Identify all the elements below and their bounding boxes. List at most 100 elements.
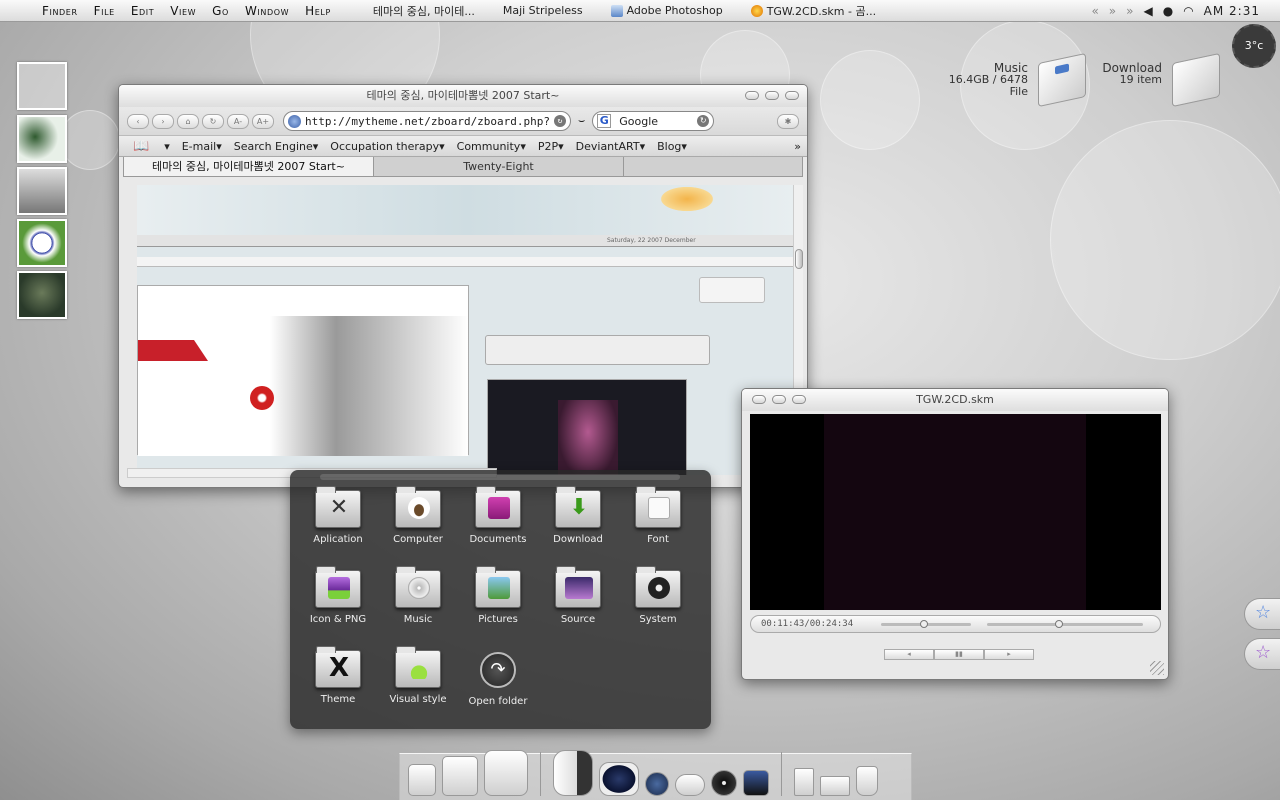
address-bar[interactable]: http://mytheme.net/zboard/zboard.php?id=…: [283, 111, 571, 131]
menu-view[interactable]: View: [162, 4, 204, 18]
text-larger-button[interactable]: A+: [252, 113, 274, 129]
folder-item-icon-png[interactable]: Icon & PNG: [298, 566, 378, 648]
folder-item-theme[interactable]: X Theme: [298, 646, 378, 728]
folder-item-aplication[interactable]: ✕ Aplication: [298, 486, 378, 568]
bookmark-apple[interactable]: ▾: [159, 140, 175, 153]
home-button[interactable]: ⌂: [177, 113, 199, 129]
bookmark-deviantart[interactable]: DeviantART▾: [571, 140, 650, 153]
tab-twenty-eight[interactable]: Twenty-Eight: [374, 157, 624, 176]
folder-item-font[interactable]: Font: [618, 486, 698, 568]
music-widget[interactable]: Music 16.4GB / 6478 File: [930, 62, 1028, 98]
volume-knob[interactable]: [1054, 620, 1063, 628]
video-area[interactable]: [750, 414, 1161, 610]
bookmarks-book-icon[interactable]: 📖: [125, 139, 157, 154]
search-field[interactable]: G Google ↻: [592, 111, 715, 131]
favorite-star-purple-tab[interactable]: ☆: [1244, 638, 1280, 670]
play-icon[interactable]: »: [1109, 4, 1116, 18]
folder-item-music[interactable]: Music: [378, 566, 458, 648]
next-button[interactable]: ▸: [984, 649, 1034, 660]
dock-user-icon[interactable]: [645, 772, 669, 796]
folder-item-pictures[interactable]: Pictures: [458, 566, 538, 648]
tab-mytheme[interactable]: 테마의 중심, 마이테마뽐넷 2007 Start~: [124, 157, 374, 176]
bookmark-search-engine[interactable]: Search Engine▾: [229, 140, 324, 153]
weather-temperature-badge[interactable]: 3°c: [1232, 24, 1276, 68]
player-titlebar[interactable]: TGW.2CD.skm: [742, 389, 1168, 411]
menu-edit[interactable]: Edit: [123, 4, 162, 18]
taskbar-item-photoshop[interactable]: Adobe Photoshop: [597, 4, 737, 17]
browser-titlebar[interactable]: 테마의 중심, 마이테마뽐넷 2007 Start~: [119, 85, 807, 107]
bookmark-community[interactable]: Community▾: [452, 140, 531, 153]
seek-knob[interactable]: [920, 620, 929, 628]
minimize-button[interactable]: [745, 91, 759, 100]
scrollbar-thumb[interactable]: [795, 249, 803, 269]
forward-icon[interactable]: »: [1126, 4, 1133, 18]
thumbnail-photo-gray[interactable]: [17, 167, 67, 215]
music-drive-icon[interactable]: [1038, 52, 1086, 108]
menu-help[interactable]: Help: [297, 4, 339, 18]
thumbnail-soccer-ball[interactable]: [17, 219, 67, 267]
volume-icon[interactable]: ◀: [1143, 4, 1152, 18]
folder-item-download[interactable]: ⬇ Download: [538, 486, 618, 568]
taskbar-item-browser[interactable]: 테마의 중심, 마이테...: [359, 3, 489, 19]
pause-button[interactable]: ▮▮: [934, 649, 984, 660]
zoom-button[interactable]: [792, 395, 806, 404]
bookmarks-overflow-icon[interactable]: »: [794, 140, 801, 153]
folder-item-visual-style[interactable]: Visual style: [378, 646, 458, 728]
folder-item-computer[interactable]: Computer: [378, 486, 458, 568]
dock-speaker-icon[interactable]: [553, 750, 593, 796]
menu-window[interactable]: Window: [237, 4, 297, 18]
close-button[interactable]: [752, 395, 766, 404]
folder-item-system[interactable]: System: [618, 566, 698, 648]
user-icon[interactable]: ●: [1163, 4, 1173, 18]
rewind-icon[interactable]: «: [1091, 4, 1098, 18]
menu-finder[interactable]: Finder: [34, 4, 86, 18]
folder-item-source[interactable]: Source: [538, 566, 618, 648]
window-title: 테마의 중심, 마이테마뽐넷 2007 Start~: [366, 89, 560, 102]
folder-item-open-folder[interactable]: ↷ Open folder: [458, 648, 538, 728]
bookmark-blog[interactable]: Blog▾: [652, 140, 692, 153]
bookmark-email[interactable]: E-mail▾: [177, 140, 227, 153]
close-button[interactable]: [785, 91, 799, 100]
clock[interactable]: AM 2:31: [1204, 4, 1260, 18]
thumbnail-photo-green[interactable]: [17, 115, 67, 163]
dock-folders-app-icon[interactable]: [442, 756, 478, 796]
thumbnail-slot-empty[interactable]: [17, 62, 67, 110]
thumbnail-photo-doll[interactable]: [17, 271, 67, 319]
favorite-star-blue-tab[interactable]: ☆: [1244, 598, 1280, 630]
dock-documents-icon[interactable]: [794, 768, 814, 796]
tab-bar: 테마의 중심, 마이테마뽐넷 2007 Start~ Twenty-Eight: [123, 157, 803, 177]
dock-windows-app-icon[interactable]: [408, 764, 436, 796]
dock-dvd-icon[interactable]: [711, 770, 737, 796]
minimize-button[interactable]: [772, 395, 786, 404]
zoom-button[interactable]: [765, 91, 779, 100]
back-button[interactable]: ‹: [127, 113, 149, 129]
bookmark-p2p[interactable]: P2P▾: [533, 140, 569, 153]
bookmark-occupation-therapy[interactable]: Occupation therapy▾: [325, 140, 449, 153]
dock-media-app-icon[interactable]: [484, 750, 528, 796]
dock-network-icon[interactable]: [675, 774, 705, 796]
search-go-icon[interactable]: ↻: [697, 115, 710, 127]
dock-trash-icon[interactable]: [856, 766, 878, 796]
wifi-icon[interactable]: ◠: [1183, 4, 1193, 18]
go-icon[interactable]: ↻: [554, 115, 566, 127]
taskbar-item-maji[interactable]: Maji Stripeless: [489, 4, 597, 17]
menu-go[interactable]: Go: [204, 4, 237, 18]
reload-button[interactable]: ↻: [202, 113, 224, 129]
download-drive-icon[interactable]: [1172, 52, 1220, 108]
taskbar-item-gom-player[interactable]: TGW.2CD.skm - 곰...: [737, 3, 890, 19]
dock-monitor-icon[interactable]: [743, 770, 769, 796]
wallpaper-bokeh: [60, 110, 120, 170]
download-widget[interactable]: Download 19 item: [1090, 62, 1162, 86]
forward-button[interactable]: ›: [152, 113, 174, 129]
dock-print-icon[interactable]: [820, 776, 850, 796]
text-smaller-button[interactable]: A-: [227, 113, 249, 129]
settings-button[interactable]: ✱: [777, 113, 799, 129]
previous-button[interactable]: ◂: [884, 649, 934, 660]
volume-slider[interactable]: [987, 623, 1143, 626]
folder-item-documents[interactable]: Documents: [458, 486, 538, 568]
resize-grip-icon[interactable]: [1150, 661, 1164, 675]
web-page-content[interactable]: Saturday, 22 2007 December: [137, 185, 797, 475]
wallpaper-bokeh: [820, 50, 920, 150]
dock-visualizer-icon[interactable]: [599, 762, 639, 796]
menu-file[interactable]: File: [86, 4, 123, 18]
